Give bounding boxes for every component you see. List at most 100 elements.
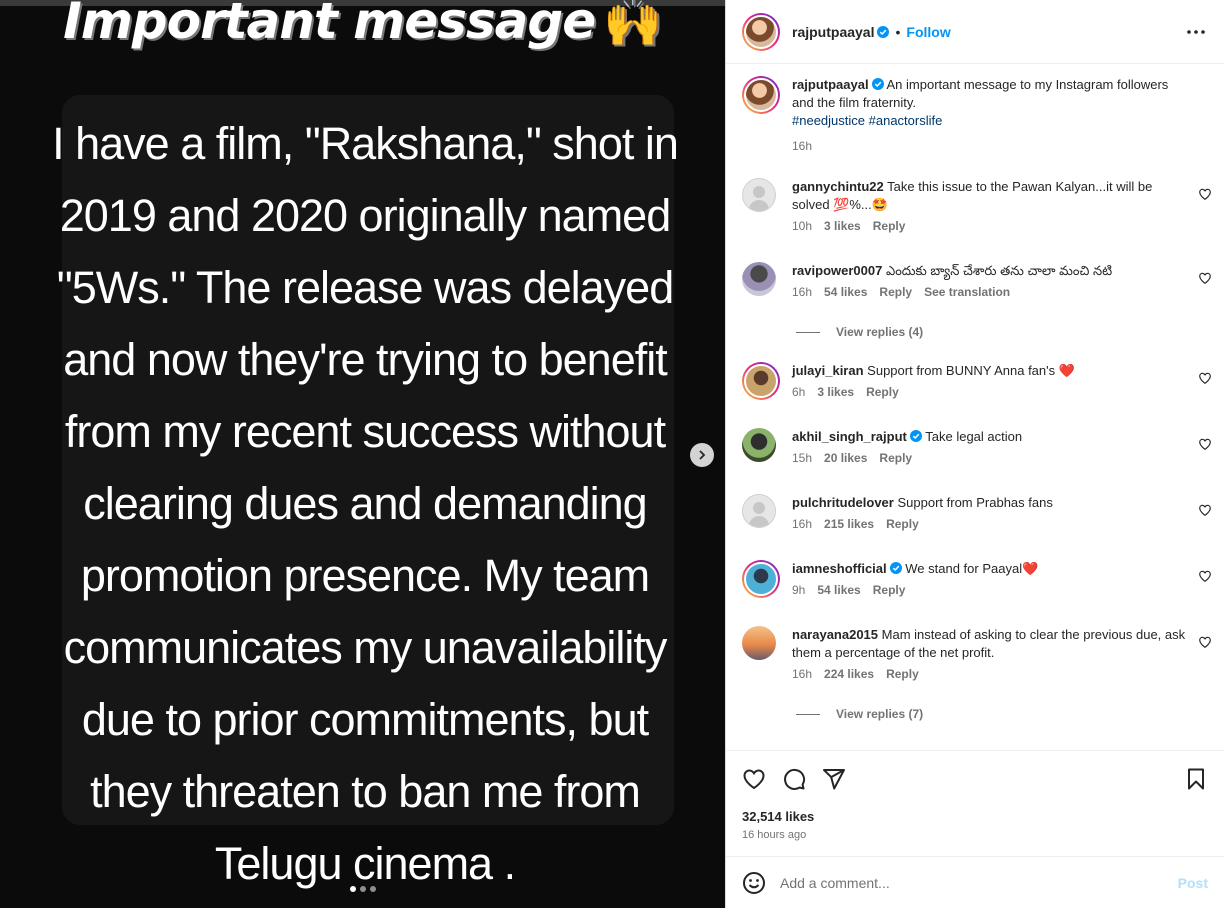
comment-meta: 16h 215 likes Reply [792,517,1212,531]
comment-item: akhil_singh_rajput Take legal action 15h… [742,428,1212,465]
comment-time: 16h [792,517,813,531]
comment-avatar[interactable] [742,560,780,598]
replies-divider [796,713,820,715]
caption-avatar[interactable] [742,76,780,114]
comment-username[interactable]: narayana2015 [792,627,878,642]
follow-button[interactable]: Follow [906,24,950,40]
hashtag-link[interactable]: #needjustice [792,113,865,128]
emoji-icon[interactable] [742,871,766,895]
header-separator: • [895,23,901,40]
bookmark-icon[interactable] [1184,767,1208,791]
comment-avatar[interactable] [742,178,776,212]
heart-icon[interactable] [1198,371,1212,385]
more-options-icon [1187,29,1205,34]
heart-icon[interactable] [1198,503,1212,517]
comment-input[interactable] [780,874,1178,891]
reply-button[interactable]: Reply [873,219,906,233]
comment-username[interactable]: gannychintu22 [792,179,884,194]
comment-meta: 15h 20 likes Reply [792,451,1212,465]
media-body-text: I have a film, "Rakshana," shot in 2019 … [52,118,679,889]
reply-button[interactable]: Reply [886,667,919,681]
comment-meta: 9h 54 likes Reply [792,583,1212,597]
comment-time: 9h [792,583,806,597]
verified-badge-icon [909,430,922,442]
see-translation-link[interactable]: See translation [924,285,1010,299]
caption-text: rajputpaayal An important message to my … [792,76,1192,130]
comment-avatar[interactable] [742,494,776,528]
comment-likes[interactable]: 3 likes [817,385,854,399]
comment-body: We stand for Paayal❤️ [905,561,1039,576]
comment-avatar[interactable] [742,428,776,462]
comment-text: iamneshofficial We stand for Paayal❤️ [792,560,1192,578]
comment-username[interactable]: ravipower0007 [792,263,882,278]
add-comment-bar: Post [726,856,1224,908]
comment-username[interactable]: iamneshofficial [792,561,887,576]
like-count[interactable]: 32,514 likes [742,809,1208,824]
share-icon[interactable] [822,767,846,791]
comment-item: gannychintu22 Take this issue to the Paw… [742,178,1212,233]
view-replies-button[interactable]: View replies (4) [796,325,923,339]
comment-text: ravipower0007 ఎందుకు బ్యాన్ చేశారు తను చ… [792,262,1192,280]
verified-badge-icon [871,78,884,90]
replies-divider [796,331,820,333]
heart-icon[interactable] [1198,569,1212,583]
comment-likes[interactable]: 224 likes [824,667,874,681]
comment-likes[interactable]: 3 likes [824,219,861,233]
view-replies-label: View replies (4) [836,325,924,339]
verified-badge-icon [889,562,902,574]
caption-time: 16h [792,139,813,153]
carousel-dot [350,886,356,892]
comment-username[interactable]: julayi_kiran [792,363,864,378]
reply-button[interactable]: Reply [879,451,912,465]
comment-meta: 6h 3 likes Reply [792,385,1212,399]
comment-text: pulchritudelover Support from Prabhas fa… [792,494,1192,512]
comment-avatar[interactable] [742,262,776,296]
comments-list[interactable]: rajputpaayal An important message to my … [726,64,1224,750]
carousel-dot [370,886,376,892]
reply-button[interactable]: Reply [886,517,919,531]
comment-username[interactable]: akhil_singh_rajput [792,429,907,444]
view-replies-button[interactable]: View replies (7) [796,707,923,721]
comment-meta: 16h 224 likes Reply [792,667,1212,681]
comment-meta: 16h 54 likes Reply See translation [792,285,1212,299]
heart-icon[interactable] [1198,271,1212,285]
verified-badge-icon [877,25,890,38]
media-headline-text: Important message [63,0,596,50]
comment-username[interactable]: pulchritudelover [792,495,894,510]
comment-likes[interactable]: 215 likes [824,517,874,531]
more-options-button[interactable] [1184,20,1208,44]
comment-time: 6h [792,385,806,399]
author-username[interactable]: rajputpaayal [792,24,874,40]
comment-likes[interactable]: 54 likes [824,285,867,299]
reply-button[interactable]: Reply [873,583,906,597]
comment-avatar[interactable] [742,626,776,660]
comment-likes[interactable]: 54 likes [817,583,860,597]
heart-icon[interactable] [1198,437,1212,451]
post-time-ago: 16 hours ago [742,829,807,841]
view-replies-label: View replies (7) [836,707,924,721]
post-caption: rajputpaayal An important message to my … [742,76,1212,153]
post-media: Important message 🙌 I have a film, "Raksh… [0,0,725,908]
raised-hands-emoji: 🙌 [603,0,663,50]
comment-body: Take legal action [925,429,1023,444]
comment-body: ఎందుకు బ్యాన్ చేశారు తను చాలా మంచి నటి [885,263,1113,278]
post-header: rajputpaayal • Follow [726,0,1224,64]
comment-body: Support from BUNNY Anna fan's ❤️ [867,363,1075,378]
next-slide-button[interactable] [690,443,714,467]
caption-username[interactable]: rajputpaayal [792,77,869,92]
post-button[interactable]: Post [1178,875,1208,891]
reply-button[interactable]: Reply [879,285,912,299]
author-avatar[interactable] [742,12,780,51]
comment-item: ravipower0007 ఎందుకు బ్యాన్ చేశారు తను చ… [742,262,1212,299]
hashtag-link[interactable]: #anactorslife [869,113,943,128]
heart-icon[interactable] [1198,635,1212,649]
comment-icon[interactable] [782,767,806,791]
comment-avatar[interactable] [742,362,780,400]
carousel-dot [360,886,366,892]
like-icon[interactable] [742,767,766,791]
reply-button[interactable]: Reply [866,385,899,399]
media-headline: Important message 🙌 [0,0,725,50]
post-actions: 32,514 likes 16 hours ago [726,750,1224,862]
heart-icon[interactable] [1198,187,1212,201]
comment-likes[interactable]: 20 likes [824,451,867,465]
